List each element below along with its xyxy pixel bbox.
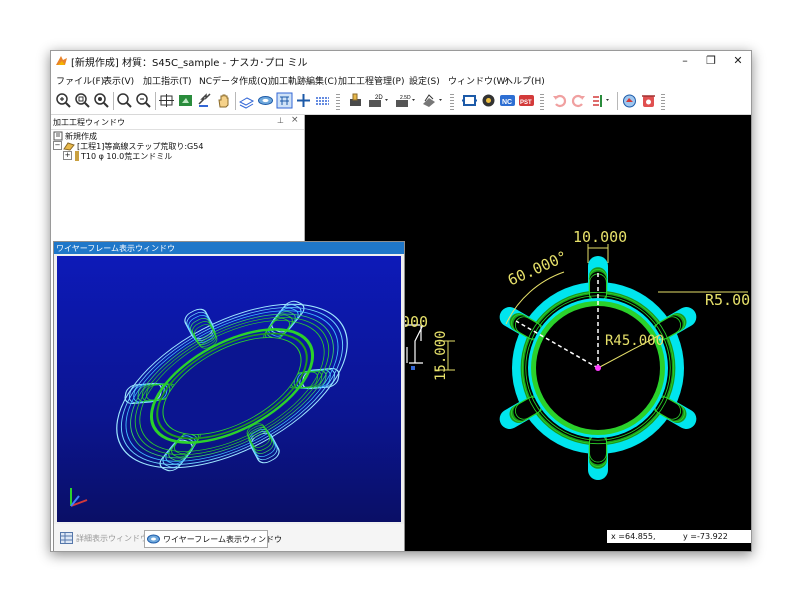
2d-label: 2D xyxy=(375,95,383,101)
toolbar-separator xyxy=(617,92,618,110)
tool-icon xyxy=(75,151,79,161)
tab-detail-label: 詳細表示ウィンドウ xyxy=(76,534,148,543)
tab-detail-view[interactable]: 詳細表示ウィンドウ xyxy=(58,530,148,546)
toolbar-separator xyxy=(155,92,156,110)
dimension-radius-small: R5.00 xyxy=(705,291,751,309)
menu-machining-instruction[interactable]: 加工指示(T) xyxy=(143,74,192,87)
menu-settings[interactable]: 設定(S) xyxy=(409,74,440,87)
expand-toggle[interactable]: + xyxy=(63,151,72,160)
app-logo-icon xyxy=(56,56,67,65)
add-point-icon[interactable] xyxy=(295,92,312,109)
menu-window[interactable]: ウィンドウ(W) xyxy=(448,74,509,87)
simulation-icon[interactable] xyxy=(621,92,638,109)
wireframe-icon xyxy=(147,534,160,544)
3d-shape-icon[interactable] xyxy=(421,92,445,109)
undo-icon[interactable] xyxy=(551,92,568,109)
pan-hand-icon[interactable] xyxy=(215,92,232,109)
pin-pane-button[interactable]: ⊥ xyxy=(277,116,284,125)
wireframe-window: ワイヤーフレーム表示ウィンドウ 詳細表示ウィンドウ ワイヤーフレーム表示ウィンド… xyxy=(53,241,405,551)
coord-y: y =-73.922 xyxy=(683,532,728,541)
dimension-radius-main: R45.000 xyxy=(605,333,665,349)
close-button[interactable]: ✕ xyxy=(726,51,750,71)
tool-setting-icon[interactable] xyxy=(480,92,497,109)
layer-order-icon[interactable] xyxy=(591,92,613,109)
wireframe-model xyxy=(70,256,384,521)
zoom-out-icon[interactable] xyxy=(116,92,133,109)
zoom-extents-icon[interactable] xyxy=(93,92,110,109)
coordinate-status: x =64.855, y =-73.922 xyxy=(607,530,751,543)
menu-toolpath-edit[interactable]: 加工軌跡編集(C) xyxy=(270,74,337,87)
application-window: [新規作成] 材質：S45C_sample - ナスカ･プロ ミル – ❐ ✕ … xyxy=(50,50,752,552)
menu-process-management[interactable]: 加工工程管理(P) xyxy=(338,74,404,87)
tab-wireframe-view[interactable]: ワイヤーフレーム表示ウィンドウ xyxy=(144,530,282,548)
layer-sheet-icon[interactable] xyxy=(238,92,255,109)
menu-bar: ファイル(F) 表示(V) 加工指示(T) NCデータ作成(Q) 加工軌跡編集(… xyxy=(51,71,751,88)
menu-view[interactable]: 表示(V) xyxy=(103,74,134,87)
center-view-icon[interactable] xyxy=(158,92,175,109)
toolbar: 2D 2.5D NC PST xyxy=(51,88,751,115)
pan-arrow-icon[interactable] xyxy=(196,92,213,109)
project-icon xyxy=(53,131,63,141)
dimension-icon[interactable] xyxy=(314,92,331,109)
2d-shape-icon[interactable]: 2D xyxy=(367,92,391,109)
coord-x: x =64.855, xyxy=(611,532,656,541)
redo-icon[interactable] xyxy=(570,92,587,109)
dimension-height: 15.000 xyxy=(433,330,449,381)
process-pane-header: 加工工程ウィンドウ ⊥ × xyxy=(51,115,304,130)
nc-output-icon[interactable]: NC xyxy=(499,92,516,109)
toolbar-grip[interactable] xyxy=(661,94,665,110)
collapse-toggle[interactable]: − xyxy=(53,141,62,150)
toolbar-grip[interactable] xyxy=(450,94,454,110)
close-pane-button[interactable]: × xyxy=(291,115,299,125)
menu-file[interactable]: ファイル(F) xyxy=(56,74,104,87)
fit-view-icon[interactable] xyxy=(177,92,194,109)
toolbar-separator xyxy=(113,92,114,110)
toolbar-grip[interactable] xyxy=(336,94,340,110)
delete-icon[interactable] xyxy=(640,92,657,109)
process-icon xyxy=(63,142,75,151)
bottom-tab-bar: 詳細表示ウィンドウ ワイヤーフレーム表示ウィンドウ xyxy=(54,524,404,551)
zoom-realtime-icon[interactable] xyxy=(135,92,152,109)
menu-nc-data[interactable]: NCデータ作成(Q) xyxy=(199,74,271,87)
wireframe-title-bar[interactable]: ワイヤーフレーム表示ウィンドウ xyxy=(54,242,404,254)
zoom-window-icon[interactable] xyxy=(74,92,91,109)
tree-tool-label: T10 φ 10.0荒エンドミル xyxy=(81,152,173,161)
stock-icon[interactable] xyxy=(347,92,364,109)
nc-label: NC xyxy=(502,99,512,106)
toolbar-grip[interactable] xyxy=(540,94,544,110)
process-pane-title: 加工工程ウィンドウ xyxy=(53,118,125,127)
zoom-in-icon[interactable] xyxy=(55,92,72,109)
tool-frame-icon[interactable] xyxy=(461,92,478,109)
title-bar: [新規作成] 材質：S45C_sample - ナスカ･プロ ミル – ❐ ✕ xyxy=(51,51,751,71)
maximize-button[interactable]: ❐ xyxy=(699,51,723,71)
minimize-button[interactable]: – xyxy=(673,51,697,71)
window-title: [新規作成] 材質：S45C_sample - ナスカ･プロ ミル xyxy=(71,58,308,69)
post-processor-icon[interactable]: PST xyxy=(518,92,535,109)
pst-label: PST xyxy=(520,100,532,106)
menu-help[interactable]: ヘルプ(H) xyxy=(504,74,545,87)
2-5d-shape-icon[interactable]: 2.5D xyxy=(394,92,418,109)
wireframe-title: ワイヤーフレーム表示ウィンドウ xyxy=(56,244,176,253)
dimension-width: 10.000 xyxy=(573,228,628,246)
toggle-grid-icon[interactable] xyxy=(276,92,293,109)
2-5d-label: 2.5D xyxy=(400,95,411,101)
solid-view-icon[interactable] xyxy=(257,92,274,109)
tab-wireframe-label: ワイヤーフレーム表示ウィンドウ xyxy=(163,535,283,544)
toolbar-separator xyxy=(235,92,236,110)
table-icon xyxy=(60,532,73,544)
dimension-left: 000 xyxy=(401,313,429,331)
wireframe-3d-view[interactable] xyxy=(57,256,401,522)
